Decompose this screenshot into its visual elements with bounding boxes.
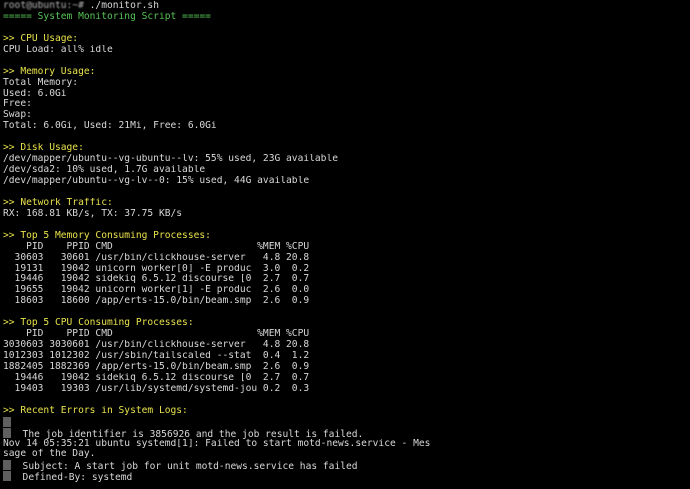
memory-summary-line: Total: 6.0Gi, Used: 21Mi, Free: 6.0Gi (3, 121, 217, 132)
log-line: Nov 14 05:35:21 ubuntu systemd[1]: Faile… (3, 438, 431, 449)
cpu-header: >> CPU Usage: (3, 33, 79, 44)
memory-total-line: Total Memory: (3, 77, 84, 88)
log-line: sage of the Day. (3, 449, 96, 460)
redacted-block (3, 471, 11, 482)
disk-line: /dev/mapper/ubuntu--vg-lv--0: 15% used, … (3, 176, 310, 186)
redacted-block (3, 427, 11, 438)
memory-header: >> Memory Usage: (3, 66, 96, 77)
disk-header: >> Disk Usage: (3, 143, 84, 154)
script-banner: ===== System Monitoring Script ===== (3, 11, 211, 22)
terminal-window[interactable]: root@ubuntu:~# ./monitor.sh ===== System… (0, 0, 690, 489)
prompt-user-host: root@ubuntu:~# (3, 1, 84, 11)
memory-free-line: Free: (3, 99, 38, 110)
cpu-processes-header: >> Top 5 CPU Consuming Processes: (3, 318, 194, 329)
process-row: 19446 19042 sidekiq 6.5.12 discourse [0 … (3, 274, 310, 285)
process-row: 3030603 3030601 /usr/bin/clickhouse-serv… (3, 340, 310, 351)
process-row: 19446 19042 sidekiq 6.5.12 discourse [0 … (3, 372, 310, 383)
memory-used-line: Used: 6.0Gi (3, 88, 67, 99)
network-header: >> Network Traffic: (3, 197, 113, 208)
log-line: Subject: A start job for unit motd-news.… (3, 460, 690, 471)
process-row: 19655 19042 unicorn worker[1] -E produc … (3, 285, 310, 296)
cpu-load-line: CPU Load: all% idle (3, 44, 113, 55)
process-row: 19403 19303 /usr/lib/systemd/systemd-jou… (3, 383, 310, 394)
memory-processes-header: >> Top 5 Memory Consuming Processes: (3, 230, 211, 241)
prompt-command: ./monitor.sh (89, 1, 159, 11)
disk-line: /dev/mapper/ubuntu--vg-ubuntu--lv: 55% u… (3, 154, 339, 165)
process-row: 1012303 1012302 /usr/sbin/tailscaled --s… (3, 351, 310, 361)
process-row: 30603 30601 /usr/bin/clickhouse-server 4… (3, 252, 310, 263)
disk-line: /dev/sda2: 10% used, 1.7G available (3, 165, 206, 176)
memory-processes-column-header: PID PPID CMD %MEM %CPU (3, 241, 310, 252)
redacted-block (3, 416, 11, 427)
network-traffic-line: RX: 168.81 KB/s, TX: 37.75 KB/s (3, 208, 183, 219)
process-row: 1882405 1882369 /app/erts-15.0/bin/beam.… (3, 361, 310, 372)
log-line: The job identifier is 3856926 and the jo… (3, 427, 690, 439)
log-line: Defined-By: systemd (3, 471, 690, 482)
logs-header: >> Recent Errors in System Logs: (3, 405, 188, 416)
cpu-processes-column-header: PID PPID CMD %MEM %CPU (3, 329, 310, 340)
log-line (3, 416, 690, 428)
process-row: 19131 19042 unicorn worker[0] -E produc … (3, 263, 310, 274)
prompt-line: root@ubuntu:~# ./monitor.sh (3, 1, 690, 12)
memory-swap-line: Swap: (3, 110, 32, 121)
process-row: 18603 18600 /app/erts-15.0/bin/beam.smp … (3, 296, 310, 307)
redacted-block (3, 460, 11, 471)
